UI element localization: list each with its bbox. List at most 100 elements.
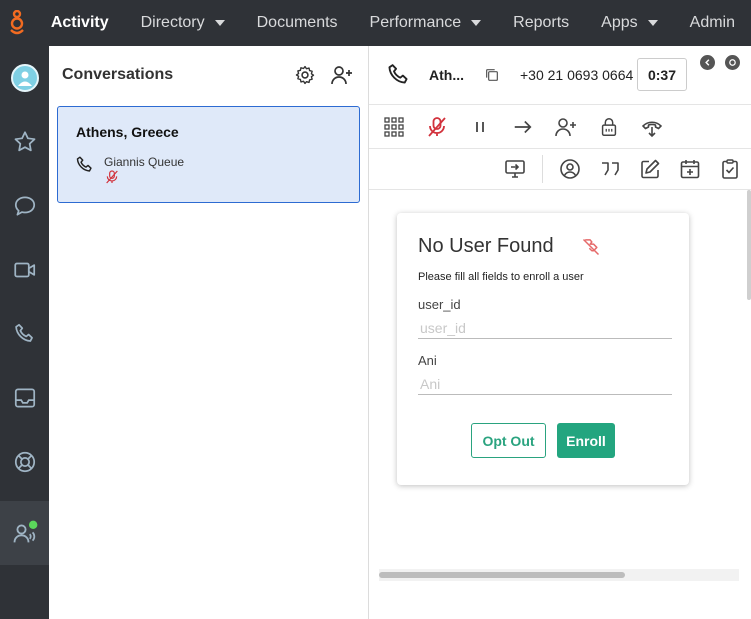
left-rail [0,46,49,619]
dialpad-icon [384,116,404,137]
ani-label: Ani [418,353,437,368]
enroll-button[interactable]: Enroll [557,423,615,458]
contact-icon [560,159,580,179]
nav-reports[interactable]: Reports [497,0,585,46]
secure-pause-button[interactable] [596,114,622,140]
horizontal-scrollbar[interactable] [379,569,739,581]
conversations-title: Conversations [62,66,174,83]
screen-share-icon [505,160,525,178]
status-badge [28,520,37,530]
horizontal-scrollbar-thumb[interactable] [379,572,625,578]
enroll-card-subtitle: Please fill all fields to enroll a user [418,271,584,283]
transfer-button[interactable] [510,114,536,140]
gear-icon[interactable] [294,64,316,86]
nav-documents-label: Documents [256,14,338,31]
park-button[interactable] [639,114,665,140]
ani-input[interactable] [418,373,672,395]
caller-number: +30 21 0693 0664 [520,67,634,83]
nav-performance[interactable]: Performance [354,0,498,46]
inbox-button[interactable] [0,366,49,430]
nav-items: Activity Directory Documents Performance… [35,0,751,46]
hold-button[interactable] [467,114,493,140]
schedule-callback-button[interactable] [677,156,703,182]
user-avatar-button[interactable] [0,46,49,110]
chevron-down-icon [647,20,658,26]
conversation-title: Athens, Greece [76,124,179,140]
mic-muted-icon [428,116,446,137]
dialpad-button[interactable] [381,114,407,140]
agent-status-button[interactable] [0,501,49,565]
park-icon [642,120,662,137]
wrapup-button[interactable] [717,156,743,182]
chevron-down-icon [214,20,225,26]
conversation-item[interactable]: Athens, Greece Giannis Queue [57,106,360,203]
conversation-queue: Giannis Queue [104,155,185,169]
clipboard-check-icon [722,159,738,179]
avatar [10,64,39,92]
pause-icon [476,121,484,132]
user-not-found-icon [582,238,600,256]
lifebuoy-icon [14,451,35,473]
top-nav: Activity Directory Documents Performance… [0,0,751,46]
contact-button[interactable] [557,156,583,182]
call-panel: Ath... +30 21 0693 0664 0:37 No User Fou… [369,46,751,619]
arrow-right-icon [514,120,532,133]
video-button[interactable] [0,238,49,302]
enroll-card: No User Found Please fill all fields to … [397,213,689,485]
star-icon [14,131,35,152]
chevron-down-icon [471,20,482,26]
favorites-button[interactable] [0,110,49,174]
opt-out-button[interactable]: Opt Out [471,423,546,458]
chat-button[interactable] [0,174,49,238]
nav-reports-label: Reports [513,14,570,31]
interaction-tools [369,148,751,190]
screen-share-button[interactable] [502,156,528,182]
add-participant-button[interactable] [553,114,579,140]
toolbar-divider [542,155,543,183]
user-id-input[interactable] [418,317,672,339]
popout-icon [729,59,736,66]
lock-icon [601,117,617,136]
call-controls [369,104,751,148]
vertical-scrollbar[interactable] [747,190,751,300]
nav-performance-label: Performance [369,14,462,31]
nav-admin[interactable]: Admin [674,0,751,46]
call-timer: 0:37 [637,58,687,91]
genesys-logo-icon[interactable] [0,0,35,46]
nav-apps-label: Apps [601,14,638,31]
enroll-card-title: No User Found [418,235,554,257]
conversations-panel: Conversations Athens, Greece Giannis Que… [49,46,369,619]
popout-button[interactable] [725,55,740,70]
chat-icon [14,196,35,216]
nav-directory[interactable]: Directory [125,0,241,46]
interaction-workspace: No User Found Please fill all fields to … [369,190,751,619]
conversations-header: Conversations [49,46,368,104]
add-user-icon[interactable] [330,63,354,87]
phone-icon [388,64,408,84]
mic-muted-icon [106,170,118,184]
notes-button[interactable] [637,156,663,182]
nav-documents[interactable]: Documents [241,0,354,46]
nav-admin-label: Admin [689,14,735,31]
edit-icon [641,159,660,179]
agent-status-icon [13,520,37,543]
nav-activity-label: Activity [50,14,109,31]
chevron-left-icon [705,59,710,66]
nav-apps[interactable]: Apps [585,0,673,46]
collapse-button[interactable] [700,55,715,70]
user-id-label: user_id [418,297,461,312]
inbox-icon [14,388,35,408]
caller-name: Ath... [429,67,464,83]
phone-icon [14,323,33,342]
quote-icon [602,162,619,176]
help-button[interactable] [0,430,49,494]
copy-icon[interactable] [484,67,500,83]
scripts-button[interactable] [597,156,623,182]
mute-button[interactable] [424,114,450,140]
phone-button[interactable] [0,302,49,366]
phone-icon [76,156,92,172]
nav-activity[interactable]: Activity [35,0,125,46]
video-icon [13,262,35,278]
calendar-add-icon [680,160,700,179]
nav-directory-label: Directory [140,14,205,31]
